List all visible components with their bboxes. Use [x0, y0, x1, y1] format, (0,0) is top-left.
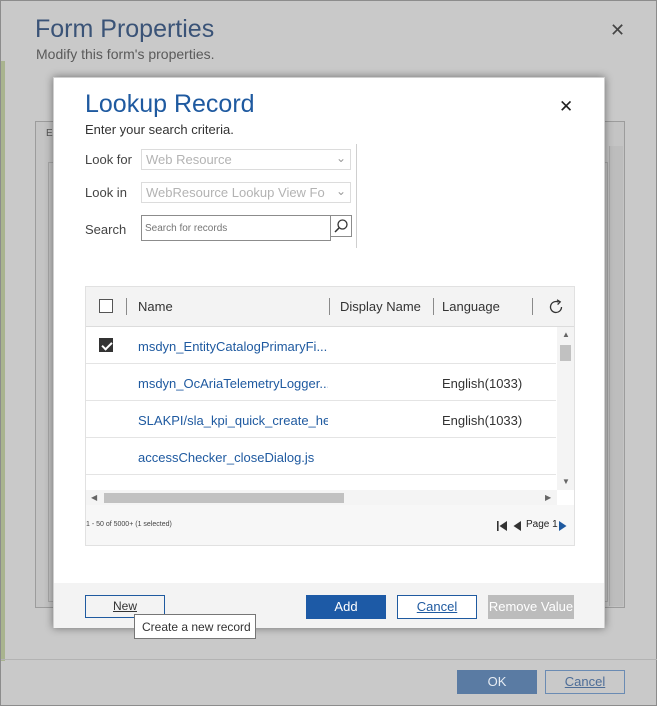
close-icon[interactable]: ✕ — [610, 21, 625, 39]
lookup-title: Lookup Record — [85, 90, 255, 118]
footer-divider — [1, 659, 657, 660]
form-properties-title: Form Properties — [35, 15, 215, 43]
scroll-up-icon[interactable]: ▲ — [562, 331, 570, 339]
row-language: English(1033) — [442, 376, 523, 391]
outer-cancel-button[interactable]: Cancel — [545, 670, 625, 694]
table-row[interactable]: msdyn_OcAriaTelemetryLogger... English(1… — [86, 364, 556, 401]
table-row[interactable]: accessChecker_closeDialog.js — [86, 438, 556, 475]
column-separator[interactable] — [433, 298, 434, 315]
search-label: Search — [85, 222, 127, 237]
chevron-down-icon: ⌄ — [333, 184, 346, 198]
close-icon[interactable]: ✕ — [559, 98, 573, 115]
column-header-language[interactable]: Language — [442, 299, 500, 314]
grid-footer: 1 - 50 of 5000+ (1 selected) Page 1 — [86, 505, 574, 545]
add-button[interactable]: Add — [306, 595, 386, 619]
scroll-left-icon[interactable]: ◀ — [91, 494, 97, 502]
record-count-status: 1 - 50 of 5000+ (1 selected) — [86, 521, 172, 528]
look-for-value: Web Resource — [146, 152, 232, 167]
outer-scrollbar[interactable] — [609, 146, 623, 606]
background-strip — [1, 61, 5, 661]
look-for-select[interactable]: Web Resource ⌄ — [141, 149, 351, 170]
row-language: English(1033) — [442, 413, 523, 428]
first-page-icon[interactable] — [496, 520, 508, 532]
previous-page-icon[interactable] — [512, 520, 522, 532]
table-row[interactable]: msdyn_EntityCatalogPrimaryFi... — [86, 327, 556, 364]
row-checkbox[interactable] — [99, 338, 113, 352]
look-in-select[interactable]: WebResource Lookup View Fo ⌄ — [141, 182, 351, 203]
look-in-value: WebResource Lookup View Fo — [146, 185, 325, 200]
look-in-label: Look in — [85, 185, 127, 200]
column-header-name[interactable]: Name — [138, 299, 173, 314]
scroll-right-icon[interactable]: ▶ — [545, 494, 551, 502]
lookup-subtitle: Enter your search criteria. — [85, 122, 234, 137]
chevron-down-icon: ⌄ — [335, 151, 346, 165]
row-name-link[interactable]: SLAKPI/sla_kpi_quick_create_he... — [138, 413, 328, 428]
search-button[interactable] — [330, 215, 352, 237]
results-grid: Name Display Name Language msdyn_EntityC… — [85, 286, 575, 546]
search-input[interactable] — [141, 215, 331, 241]
horizontal-scroll-thumb[interactable] — [104, 493, 344, 503]
grid-header: Name Display Name Language — [86, 287, 574, 327]
search-icon — [334, 219, 348, 233]
criteria-divider — [356, 144, 357, 248]
column-separator[interactable] — [532, 298, 533, 315]
page-indicator: Page 1 — [526, 519, 558, 530]
select-all-checkbox[interactable] — [99, 299, 113, 313]
lookup-record-dialog: Lookup Record Enter your search criteria… — [53, 77, 605, 628]
row-name-link[interactable]: msdyn_EntityCatalogPrimaryFi... — [138, 339, 328, 354]
column-separator — [126, 298, 127, 315]
table-row-partial[interactable] — [86, 475, 556, 490]
column-header-display-name[interactable]: Display Name — [340, 299, 432, 314]
vertical-scrollbar[interactable]: ▲ ▼ — [557, 327, 574, 490]
table-row[interactable]: SLAKPI/sla_kpi_quick_create_he... Englis… — [86, 401, 556, 438]
row-name-link[interactable]: accessChecker_closeDialog.js — [138, 450, 328, 465]
form-properties-subtitle: Modify this form's properties. — [36, 46, 215, 62]
cancel-button[interactable]: Cancel — [397, 595, 477, 619]
refresh-icon[interactable] — [546, 297, 566, 317]
horizontal-scrollbar[interactable]: ◀ ▶ — [86, 490, 557, 505]
panel-tab-label[interactable]: E — [46, 128, 53, 139]
vertical-scroll-thumb[interactable] — [560, 345, 571, 361]
remove-value-button[interactable]: Remove Value — [488, 595, 574, 619]
scroll-down-icon[interactable]: ▼ — [562, 478, 570, 486]
look-for-label: Look for — [85, 152, 132, 167]
column-separator[interactable] — [329, 298, 330, 315]
ok-button[interactable]: OK — [457, 670, 537, 694]
row-name-link[interactable]: msdyn_OcAriaTelemetryLogger... — [138, 376, 328, 391]
next-page-icon[interactable] — [558, 520, 568, 532]
new-button-tooltip: Create a new record — [134, 614, 256, 639]
